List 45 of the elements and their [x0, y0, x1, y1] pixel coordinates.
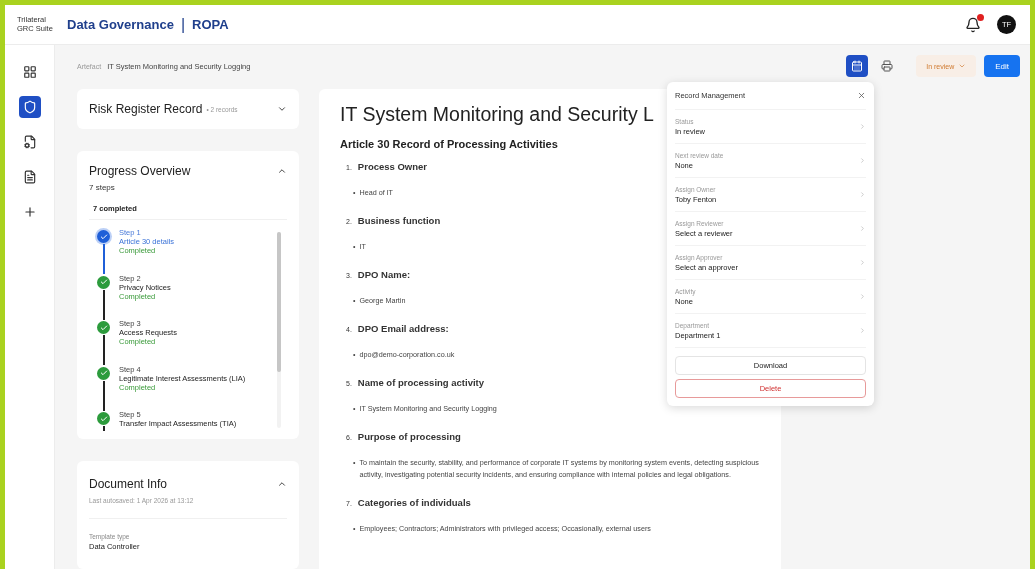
item-heading: DPO Name:: [357, 269, 411, 280]
steps-count: 7 steps: [89, 183, 116, 192]
document-icon: [22, 170, 37, 184]
module-title: ROPA: [192, 17, 229, 32]
notifications-button[interactable]: [965, 16, 981, 33]
item-heading: Process Owner: [357, 161, 427, 172]
document-gear-icon: [22, 135, 37, 149]
nav-button[interactable]: [18, 96, 41, 118]
card-title: Progress Overview: [89, 164, 191, 178]
document-subtitle: Article 30 Record of Processing Activities: [340, 138, 559, 150]
expand-toggle[interactable]: [277, 104, 287, 114]
edit-button[interactable]: Edit: [984, 55, 1020, 77]
item-heading: Business function: [357, 215, 441, 226]
chevron-right-icon: [859, 123, 866, 130]
calendar-icon: [851, 60, 864, 72]
card-title: Document Info: [89, 477, 168, 491]
document-title: IT System Monitoring and Security L: [340, 103, 654, 126]
step-check-icon: [97, 366, 110, 380]
toolbar-button[interactable]: [846, 55, 869, 77]
close-button[interactable]: [857, 91, 866, 100]
caret-icon: [958, 62, 967, 70]
chevron-right-icon: [859, 157, 866, 164]
grid-icon: [22, 65, 37, 79]
chevron-right-icon: [859, 259, 866, 266]
scrollbar[interactable]: [277, 232, 281, 428]
plus-icon: [22, 205, 37, 219]
chevron-right-icon: [859, 225, 866, 232]
step-check-icon: [97, 321, 110, 334]
collapse-toggle[interactable]: [277, 166, 287, 176]
title-separator: |: [180, 15, 186, 34]
item-heading: Categories of individuals: [357, 497, 471, 508]
step-check-icon: [97, 230, 110, 243]
item-heading: DPO Email address:: [357, 323, 449, 334]
shield-icon: [22, 100, 37, 114]
item-heading: Name of processing activity: [357, 377, 485, 388]
step-check-icon: [97, 412, 110, 425]
step-check-icon: [97, 275, 110, 289]
card-title: Risk Register Record: [89, 102, 203, 116]
chevron-right-icon: [859, 293, 866, 300]
collapse-toggle[interactable]: [277, 479, 287, 489]
printer-icon: [881, 60, 894, 72]
chevron-right-icon: [859, 191, 866, 198]
item-heading: Purpose of processing: [357, 431, 461, 442]
chevron-right-icon: [859, 327, 866, 334]
app-title: Data Governance: [67, 17, 174, 32]
